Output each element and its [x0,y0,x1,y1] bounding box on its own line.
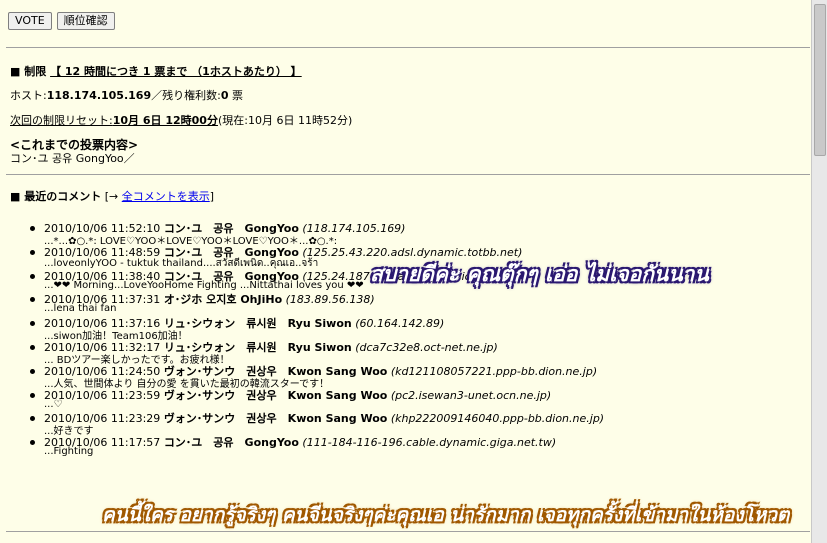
vote-page: VOTE 順位確認 ■ 制限 【 12 時間につき 1 票まで （1ホストあたり）… [0,0,812,543]
bullet-icon [30,416,35,422]
divider [6,174,810,175]
comment-header: 2010/10/06 11:17:57 コン･ユ 공유 GongYoo (111… [30,434,556,450]
comment-host: (60.164.142.89) [355,317,445,331]
bullet-icon [30,249,35,255]
reset-value: 10月 6日 12時00分 [112,114,218,127]
reset-line: 次回の制限リセット:10月 6日 12時00分(現在:10月 6日 11時52分… [10,112,352,128]
divider [6,47,810,48]
bullet-icon [30,297,35,303]
divider [6,531,810,532]
bullet-icon [30,344,35,350]
limit-label: ■ 制限 [10,65,47,78]
comment-star-name: リュ･シウォン 류시원 Ryu Siwon [163,317,352,331]
scrollbar-thumb[interactable] [814,4,826,156]
button-bar: VOTE 順位確認 [8,12,120,30]
host-line: ホスト:118.174.105.169／残り権利数:0 票 [10,87,243,103]
bullet-icon [30,440,35,446]
bullet-icon [30,392,35,398]
history-content: コン･ユ 공유 GongYoo／ [10,152,135,165]
recent-comments-label: ■ 最近のコメント [10,190,102,203]
current-time: (現在:10月 6日 11時52分) [217,114,353,127]
bullet-icon [30,273,35,279]
host-label: ホスト: [10,89,47,102]
comment-star-name: コン･ユ 공유 GongYoo [163,436,299,450]
bracket-open: [→ [104,190,122,203]
remaining-unit: 票 [228,89,243,102]
comment-star-name: オ･ジホ 오지호 OhJiHo [163,293,283,307]
comment-text: ...lena thai fan [44,303,117,315]
comment-star-name: ヴォン･サンウ 권상우 Kwon Sang Woo [163,388,388,402]
vote-button[interactable]: VOTE [8,12,52,30]
comment-header: 2010/10/06 11:23:29 ヴォン･サンウ 권상우 Kwon San… [30,410,604,426]
comment-host: (pc2.isewan3-unet.ocn.ne.jp) [390,388,552,402]
bullet-icon [30,226,35,231]
comment-host: (183.89.56.138) [285,293,375,307]
comment-host: (125.25.43.220.adsl.dynamic.totbb.net) [302,245,523,259]
comment-host: (dca7c32e8.oct-net.ne.jp) [355,340,498,354]
bullet-icon [30,321,35,327]
overlay-caption-bottom: คนนี้ใคร อยากรู้จริงๆ คนจีนจริงๆค่ะคุณเอ… [102,504,790,526]
limit-rule: 【 12 時間につき 1 票まで （1ホストあたり） 】 [50,65,302,78]
reset-label: 次回の制限リセット: [10,114,113,127]
comment-host: (khp222009146040.ppp-bb.dion.ne.jp) [390,412,605,426]
comment-host: (111-184-116-196.cable.dynamic.giga.net.… [302,436,557,450]
comment-text: ...♡ [44,398,63,410]
host-value: 118.174.105.169 [46,89,152,102]
bracket-close: ] [209,190,215,203]
comment-star-name: ヴォン･サンウ 권상우 Kwon Sang Woo [163,412,388,426]
comment-text: ...Fighting [44,446,94,458]
overlay-caption-top: สบายดีค่ะ คุณตุ๊กๆ เอ่อ ไม่เจอกันนาน [370,262,709,286]
remaining-label: ／残り権利数: [151,89,221,102]
comment-host: (kd121108057221.ppp-bb.dion.ne.jp) [390,364,598,378]
vertical-scrollbar[interactable] [811,0,827,543]
bullet-icon [30,368,35,374]
recent-comments-header: ■ 最近のコメント [→ 全コメントを表示] [10,188,214,204]
comment-header: 2010/10/06 11:23:59 ヴォン･サンウ 권상우 Kwon San… [30,387,551,403]
limit-section: ■ 制限 【 12 時間につき 1 票まで （1ホストあたり） 】 [10,63,302,79]
show-all-comments-link[interactable]: 全コメントを表示 [122,190,210,203]
rank-check-button[interactable]: 順位確認 [56,12,115,30]
comment-text: ...❤❤ Morning...LoveYooHome Fighting ...… [44,279,364,291]
